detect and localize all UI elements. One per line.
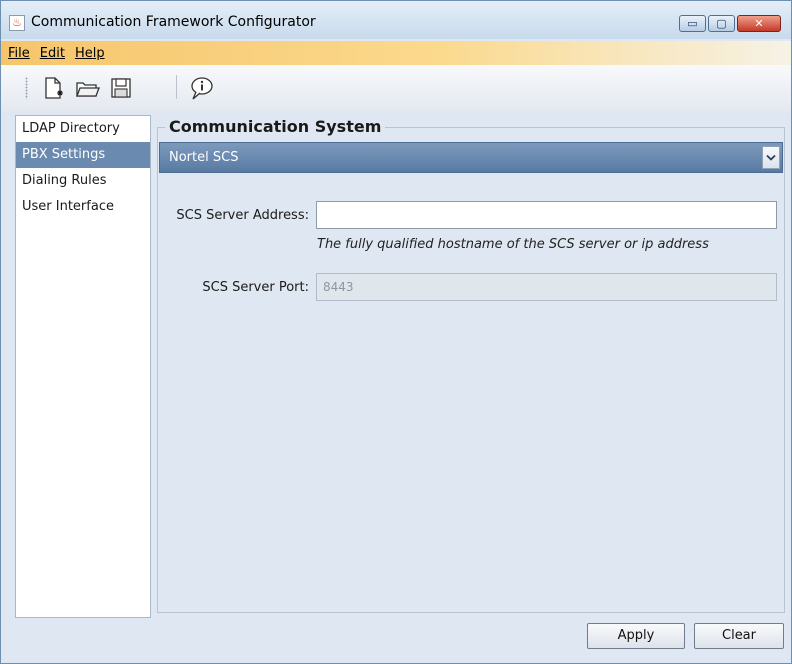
- menu-bar: File Edit Help: [1, 41, 791, 65]
- apply-button[interactable]: Apply: [587, 623, 685, 649]
- about-button[interactable]: [187, 75, 215, 101]
- server-port-input: [316, 273, 777, 301]
- communication-system-select[interactable]: Nortel SCS: [159, 142, 783, 173]
- java-cup-icon: ♨: [9, 15, 25, 31]
- chevron-down-icon: [766, 154, 776, 161]
- nav-item-dialing-rules[interactable]: Dialing Rules: [16, 168, 150, 194]
- server-address-hint: The fully qualified hostname of the SCS …: [317, 237, 709, 252]
- save-disk-icon: [111, 78, 131, 98]
- nav-item-ldap-directory[interactable]: LDAP Directory: [16, 116, 150, 142]
- open-button[interactable]: [73, 75, 101, 101]
- save-button[interactable]: [107, 75, 135, 101]
- menu-file[interactable]: File: [8, 46, 30, 61]
- toolbar-separator: [176, 75, 177, 99]
- window-controls: ▭ ▢ ✕: [677, 15, 781, 32]
- close-button[interactable]: ✕: [737, 15, 781, 32]
- server-port-label: SCS Server Port:: [202, 280, 309, 295]
- open-folder-icon: [76, 82, 100, 97]
- app-window: ♨ Communication Framework Configurator ▭…: [0, 0, 792, 664]
- nav-item-user-interface[interactable]: User Interface: [16, 194, 150, 220]
- server-address-input[interactable]: [316, 201, 777, 229]
- minimize-button[interactable]: ▭: [679, 15, 706, 32]
- maximize-button[interactable]: ▢: [708, 15, 735, 32]
- dropdown-button[interactable]: [762, 146, 780, 169]
- new-document-icon: [45, 77, 63, 99]
- nav-item-pbx-settings[interactable]: PBX Settings: [16, 142, 150, 168]
- menu-help[interactable]: Help: [75, 46, 105, 61]
- toolbar: [1, 65, 791, 111]
- toolbar-grip[interactable]: [25, 77, 28, 99]
- system-select-value: Nortel SCS: [169, 150, 239, 165]
- panel-title: Communication System: [165, 117, 386, 136]
- communication-system-group: [157, 127, 785, 613]
- server-address-label: SCS Server Address:: [176, 208, 309, 223]
- settings-nav: LDAP Directory PBX Settings Dialing Rule…: [15, 115, 151, 618]
- window-title: Communication Framework Configurator: [31, 14, 316, 30]
- menu-edit[interactable]: Edit: [40, 46, 65, 61]
- clear-button[interactable]: Clear: [694, 623, 784, 649]
- new-document-button[interactable]: [39, 75, 67, 101]
- title-bar[interactable]: ♨ Communication Framework Configurator ▭…: [1, 1, 791, 39]
- info-bubble-icon: [191, 77, 213, 100]
